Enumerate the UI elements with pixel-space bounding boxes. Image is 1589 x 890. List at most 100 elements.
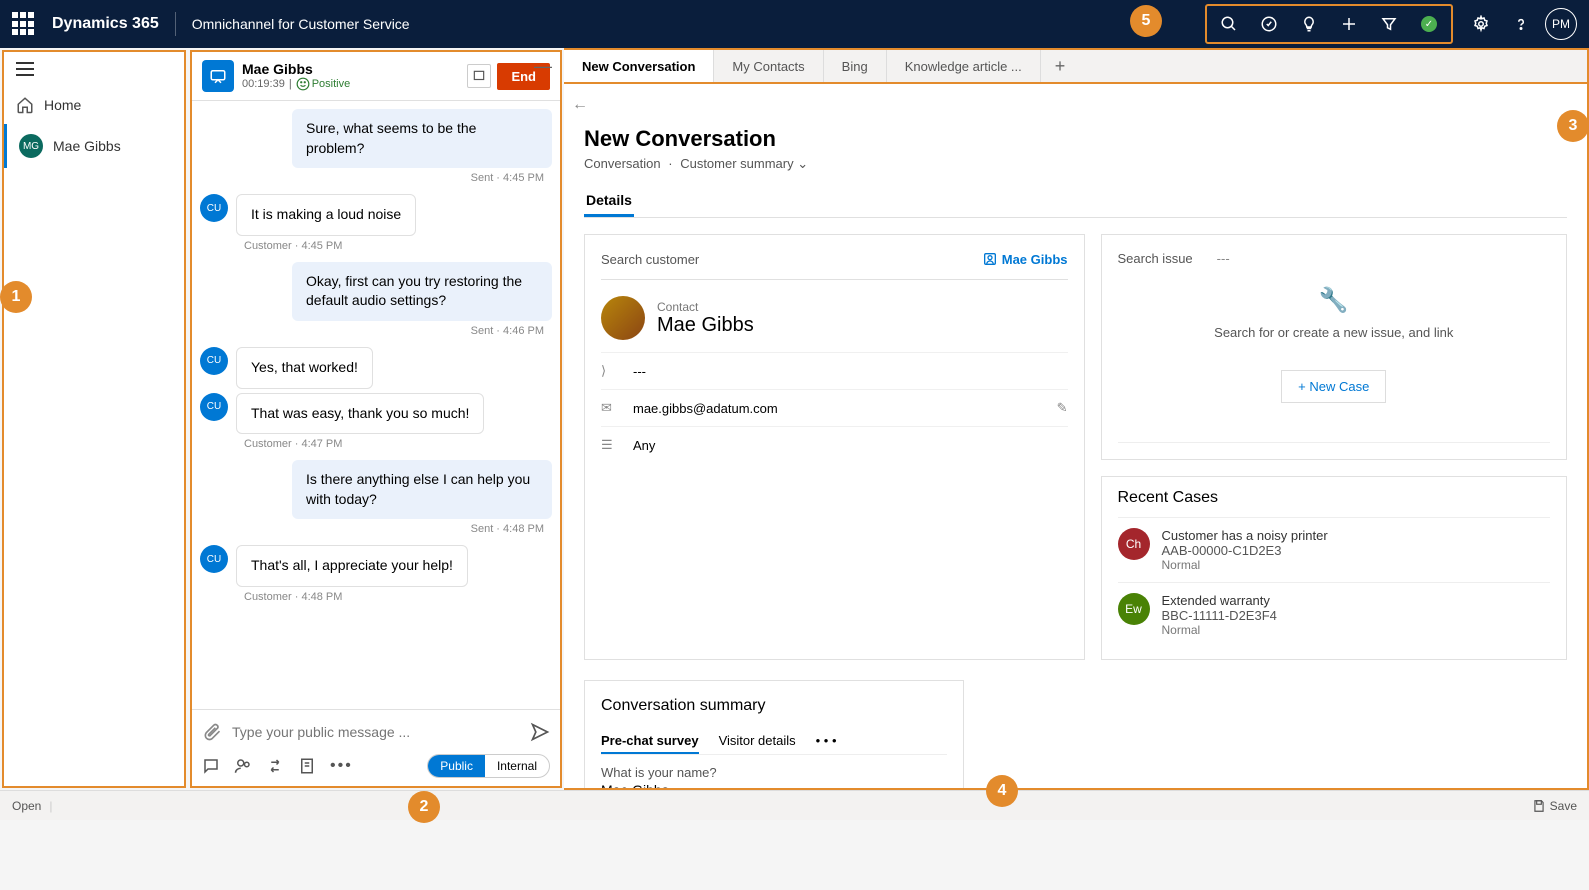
conversation-timer: 00:19:39 (242, 78, 285, 90)
message-out: Is there anything else I can help you wi… (292, 460, 552, 519)
customer-avatar: CU (200, 545, 228, 573)
brand-label: Dynamics 365 (52, 15, 159, 33)
transfer-icon[interactable] (266, 757, 284, 775)
pill-public[interactable]: Public (428, 755, 485, 777)
survey-question: What is your name? (601, 765, 947, 780)
message-in: It is making a loud noise (236, 194, 416, 236)
customer-link[interactable]: Mae Gibbs (982, 251, 1068, 267)
attachment-icon[interactable] (202, 722, 222, 742)
divider (175, 12, 176, 36)
case-badge: Ch (1118, 528, 1150, 560)
message-meta: Sent · 4:45 PM (208, 172, 544, 184)
more-icon[interactable]: • • • (816, 729, 837, 754)
quick-reply-icon[interactable] (202, 757, 220, 775)
callout-1: 1 (0, 281, 32, 313)
email-icon: ✉ (601, 400, 619, 416)
recent-cases-title: Recent Cases (1118, 489, 1551, 507)
preference-icon: ☰ (601, 437, 619, 453)
session-avatar: MG (19, 134, 43, 158)
callout-4: 4 (986, 775, 1018, 807)
save-button[interactable]: Save (1532, 799, 1577, 813)
hamburger-icon[interactable] (4, 52, 184, 86)
message-in: That's all, I appreciate your help! (236, 545, 468, 587)
chevron-down-icon: ⌄ (797, 156, 808, 171)
help-icon[interactable] (1505, 8, 1537, 40)
back-icon[interactable]: ← (572, 96, 588, 114)
channel-toggle[interactable]: Public Internal (427, 754, 550, 778)
pill-internal[interactable]: Internal (485, 755, 549, 777)
chat-channel-icon (202, 60, 234, 92)
callout-2: 2 (408, 791, 440, 823)
send-icon[interactable] (530, 722, 550, 742)
status-bar: Open | Save (0, 790, 1589, 820)
recent-cases-card: Recent Cases Ch Customer has a noisy pri… (1101, 476, 1568, 660)
task-icon[interactable] (1253, 8, 1285, 40)
breadcrumb[interactable]: Conversation · Customer summary ⌄ (584, 156, 1567, 172)
search-customer-label: Search customer (601, 252, 699, 267)
new-case-button[interactable]: + New Case (1281, 370, 1386, 403)
tab-prechat-survey[interactable]: Pre-chat survey (601, 729, 699, 754)
message-meta: Sent · 4:46 PM (208, 325, 544, 337)
wrench-icon: 🔧 (1118, 286, 1551, 315)
message-out: Okay, first can you try restoring the de… (292, 262, 552, 321)
issue-hint: Search for or create a new issue, and li… (1118, 325, 1551, 340)
home-icon (16, 96, 34, 114)
message-meta: Customer · 4:48 PM (244, 591, 544, 603)
add-tab-icon[interactable]: + (1041, 56, 1080, 77)
contact-avatar (601, 296, 645, 340)
email-value: mae.gibbs@adatum.com (633, 401, 1043, 416)
app-launcher-icon[interactable] (12, 12, 36, 36)
sidebar-home[interactable]: Home (4, 86, 184, 124)
customer-avatar: CU (200, 393, 228, 421)
message-meta: Customer · 4:47 PM (244, 438, 544, 450)
tab-knowledge-article[interactable]: Knowledge article ... (887, 50, 1041, 82)
status-open[interactable]: Open (12, 799, 41, 813)
customer-avatar: CU (200, 347, 228, 375)
message-list[interactable]: Sure, what seems to be the problem? Sent… (192, 101, 560, 709)
contact-name: Mae Gibbs (657, 314, 754, 337)
sidebar-home-label: Home (44, 97, 81, 113)
notes-icon[interactable] (298, 757, 316, 775)
survey-answer: Mae Gibbs (601, 782, 947, 790)
filter-icon[interactable] (1373, 8, 1405, 40)
smile-icon (296, 77, 310, 91)
message-meta: Customer · 4:45 PM (244, 240, 544, 252)
page-title: New Conversation (584, 126, 1567, 152)
consult-icon[interactable] (234, 757, 252, 775)
sidebar-session[interactable]: MG Mae Gibbs (4, 124, 184, 168)
user-avatar[interactable]: PM (1545, 8, 1577, 40)
customer-avatar: CU (200, 194, 228, 222)
tab-bing[interactable]: Bing (824, 50, 887, 82)
presence-indicator[interactable] (1413, 8, 1445, 40)
conversation-summary-card: Conversation summary Pre-chat survey Vis… (584, 680, 964, 790)
settings-icon[interactable] (1465, 8, 1497, 40)
session-name: Mae Gibbs (53, 138, 121, 154)
top-nav-bar: Dynamics 365 Omnichannel for Customer Se… (0, 0, 1589, 48)
session-sidebar: Home MG Mae Gibbs (2, 50, 186, 788)
tag-icon: ⟩ (601, 363, 619, 379)
search-icon[interactable] (1213, 8, 1245, 40)
callout-5: 5 (1130, 5, 1162, 37)
customer-card: Search customer Mae Gibbs Contact M (584, 234, 1085, 660)
case-row[interactable]: Ch Customer has a noisy printer AAB-0000… (1118, 517, 1551, 582)
app-name: Omnichannel for Customer Service (192, 16, 410, 32)
tab-new-conversation[interactable]: New Conversation (564, 50, 714, 82)
add-icon[interactable] (1333, 8, 1365, 40)
lightbulb-icon[interactable] (1293, 8, 1325, 40)
section-tab-details[interactable]: Details (584, 186, 634, 217)
conversation-summary-title: Conversation summary (601, 697, 947, 715)
message-out: Sure, what seems to be the problem? (292, 109, 552, 168)
message-input[interactable] (232, 718, 520, 746)
minimize-icon[interactable]: — (534, 56, 552, 77)
issue-card: Search issue --- 🔧 Search for or create … (1101, 234, 1568, 460)
popout-icon[interactable] (467, 64, 491, 88)
more-icon[interactable]: ••• (330, 757, 353, 775)
tab-visitor-details[interactable]: Visitor details (719, 729, 796, 754)
case-row[interactable]: Ew Extended warranty BBC-11111-D2E3F4 No… (1118, 582, 1551, 647)
global-toolbar (1205, 4, 1453, 44)
form-content: ← New Conversation Conversation · Custom… (564, 84, 1589, 790)
edit-email-icon[interactable]: ✎ (1057, 400, 1068, 416)
search-issue-label: Search issue (1118, 251, 1193, 266)
sentiment-indicator: Positive (296, 77, 351, 91)
tab-my-contacts[interactable]: My Contacts (714, 50, 823, 82)
